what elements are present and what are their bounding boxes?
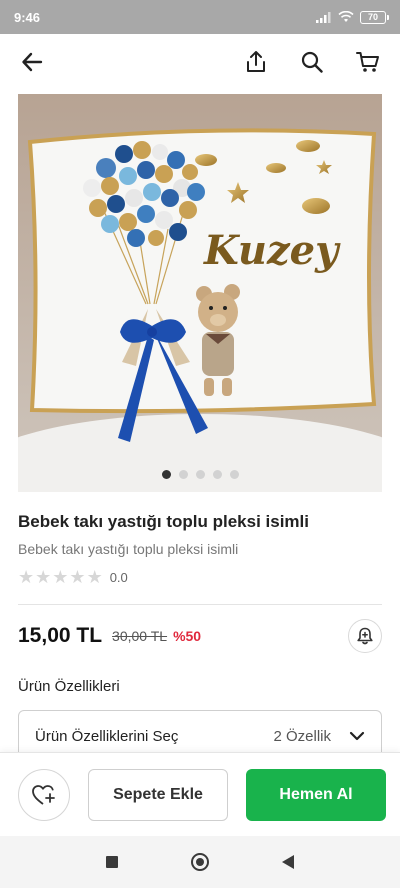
action-bar: Sepete Ekle Hemen Al — [0, 752, 400, 836]
product-subtitle: Bebek takı yastığı toplu pleksi isimli — [18, 541, 239, 557]
star-icon: ★ — [69, 567, 86, 587]
product-rating[interactable]: ★ ★ ★ ★ ★ 0.0 — [18, 568, 128, 586]
arrow-left-icon — [22, 52, 43, 72]
buy-now-button[interactable]: Hemen Al — [246, 768, 386, 821]
add-to-cart-button[interactable]: Sepete Ekle — [88, 768, 228, 821]
pagination-dot-5[interactable] — [229, 470, 239, 479]
signal-icon — [316, 12, 331, 23]
current-price: 15,00 TL — [18, 624, 103, 647]
system-nav-bar — [0, 836, 400, 888]
battery-icon: 70 — [360, 10, 389, 24]
home-icon[interactable] — [190, 853, 209, 871]
old-price: 30,00 TL — [112, 628, 168, 644]
star-icon: ★ — [52, 567, 69, 587]
features-count: 2 Özellik — [273, 727, 331, 745]
features-label: Ürün Özellikleri — [18, 678, 120, 695]
app-header — [0, 34, 400, 90]
image-pagination — [0, 470, 400, 479]
pagination-dot-4[interactable] — [212, 470, 222, 479]
pagination-dot-2[interactable] — [178, 470, 188, 479]
status-time: 9:46 — [14, 9, 41, 25]
features-select-label: Ürün Özelliklerini Seç — [35, 727, 179, 745]
pillow-image: Kuzey — [18, 94, 382, 492]
status-bar: 9:46 70 — [0, 0, 400, 34]
header-actions — [242, 48, 382, 76]
recent-apps-icon[interactable] — [106, 856, 119, 868]
search-icon — [301, 51, 323, 73]
share-icon — [247, 51, 265, 72]
back-triangle-icon[interactable] — [281, 855, 294, 869]
discount-badge: %50 — [173, 628, 202, 644]
bell-plus-icon — [357, 627, 373, 645]
pagination-dot-1[interactable] — [161, 470, 171, 479]
pagination-dot-3[interactable] — [195, 470, 205, 479]
back-button[interactable] — [18, 48, 46, 76]
heart-plus-icon — [32, 784, 55, 805]
status-icons: 70 — [316, 10, 389, 24]
product-title: Bebek takı yastığı toplu pleksi isimli — [18, 512, 309, 531]
star-icon: ★ — [18, 567, 35, 587]
cart-button[interactable] — [354, 48, 382, 76]
battery-level: 70 — [367, 12, 378, 22]
wifi-icon — [338, 11, 354, 22]
rating-value: 0.0 — [109, 569, 128, 585]
cart-icon — [356, 52, 379, 72]
price-alert-button[interactable] — [348, 619, 382, 653]
product-image[interactable]: Kuzey — [18, 94, 382, 492]
divider — [18, 604, 382, 605]
price-row: 15,00 TL 30,00 TL %50 — [18, 619, 382, 653]
pillow-name-text: Kuzey — [203, 227, 341, 274]
favorite-button[interactable] — [18, 768, 70, 821]
share-button[interactable] — [242, 48, 270, 76]
star-icon: ★ — [86, 567, 103, 587]
star-icon: ★ — [35, 567, 52, 587]
chevron-down-icon — [349, 731, 365, 741]
search-button[interactable] — [298, 48, 326, 76]
